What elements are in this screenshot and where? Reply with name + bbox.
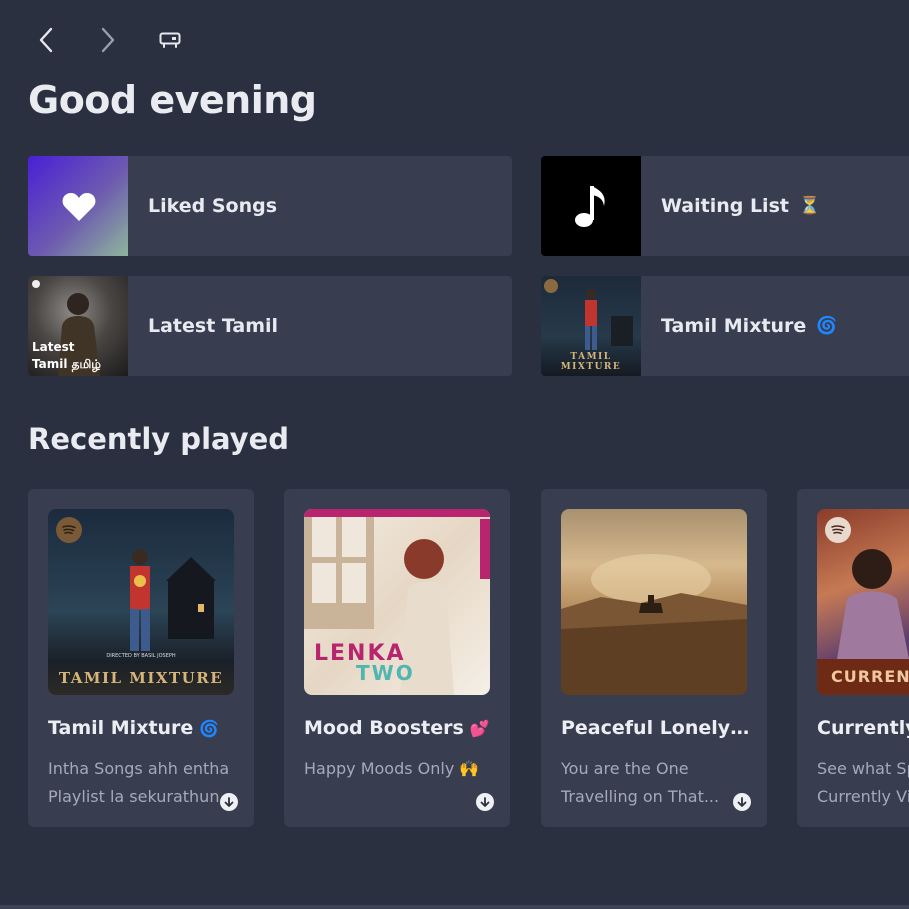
art-text-line: Latest	[32, 340, 75, 354]
quick-tile-tamil-mixture[interactable]: TAMIL MIXTURE Tamil Mixture 🌀	[541, 276, 909, 376]
art-text-line: Tamil தமிழ்	[32, 357, 101, 371]
devices-button[interactable]	[152, 22, 188, 58]
download-icon	[224, 796, 234, 807]
hourglass-emoji: ⏳	[798, 196, 821, 216]
card-title: Tamil Mixture 🌀	[48, 717, 238, 739]
art-caption: TAMIL MIXTURE	[560, 352, 622, 372]
quick-tile-waiting-list[interactable]: Waiting List ⏳	[541, 156, 909, 256]
card-description: You are the One Travelling on That...	[561, 755, 751, 811]
card-art	[561, 509, 747, 695]
card-art: LENKA TWO	[304, 509, 490, 695]
latest-tamil-art: Latest Tamil தமிழ்	[28, 276, 128, 376]
devices-icon	[159, 32, 181, 48]
card-title-text: Tamil Mixture	[48, 717, 194, 739]
card-desc-line: Intha Songs ahh entha	[48, 759, 230, 778]
spotify-icon	[56, 517, 82, 543]
quick-tile-liked-songs[interactable]: Liked Songs	[28, 156, 512, 256]
playlist-card-currently[interactable]: CURRENTL Currently See what Sp Currently…	[797, 489, 909, 827]
card-description: Intha Songs ahh entha Playlist la sekura…	[48, 755, 238, 811]
card-desc-line: Currently Vi	[817, 787, 909, 806]
heart-icon	[62, 193, 96, 221]
playlist-card-peaceful-lonely[interactable]: Peaceful Lonely M... You are the One Tra…	[541, 489, 767, 827]
rider-landscape	[561, 554, 747, 695]
card-title: Mood Boosters 💕	[304, 717, 494, 739]
card-desc-line: Happy Moods Only 🙌	[304, 759, 480, 778]
back-button[interactable]	[28, 22, 64, 58]
card-desc-line: Travelling on That...	[561, 787, 720, 806]
art-text-two: TWO	[356, 661, 415, 685]
playlist-card-mood-boosters[interactable]: LENKA TWO Mood Boosters 💕 Happy Moods Onl…	[284, 489, 510, 827]
swirl-emoji: 🌀	[199, 719, 220, 738]
music-note-icon	[575, 186, 605, 227]
download-icon	[480, 796, 490, 807]
card-art: CURRENTL	[817, 509, 909, 695]
card-title: Currently	[817, 717, 909, 739]
home-page: Good evening Liked Songs Waiting List ⏳	[0, 0, 909, 909]
art-small-text: DIRECTED BY BASIL JOSEPH	[106, 653, 176, 659]
card-desc-line: See what Sp	[817, 759, 909, 778]
forward-button[interactable]	[90, 22, 126, 58]
playlist-card-tamil-mixture[interactable]: DIRECTED BY BASIL JOSEPH TAMIL MIXTURE T…	[28, 489, 254, 827]
tile-label: Liked Songs	[148, 195, 278, 217]
art-caption: TAMIL MIXTURE	[58, 669, 224, 687]
card-art: DIRECTED BY BASIL JOSEPH TAMIL MIXTURE	[48, 509, 234, 695]
card-desc-line: Playlist la sekurathun	[48, 787, 220, 806]
chevron-left-icon	[39, 27, 53, 53]
spotify-icon	[825, 517, 851, 543]
card-description: See what Sp Currently Vi	[817, 755, 909, 811]
tile-label: Latest Tamil	[148, 315, 279, 337]
card-title: Peaceful Lonely M...	[561, 717, 751, 739]
card-title-text: Mood Boosters	[304, 717, 464, 739]
liked-songs-art	[28, 156, 128, 256]
hearts-emoji: 💕	[469, 719, 490, 738]
swirl-emoji: 🌀	[816, 316, 838, 336]
download-button[interactable]	[733, 793, 751, 811]
section-title-recently-played: Recently played	[28, 422, 290, 456]
tamil-mixture-art: TAMIL MIXTURE	[541, 276, 641, 376]
page-title: Good evening	[28, 78, 317, 122]
download-button[interactable]	[476, 793, 494, 811]
waiting-list-art	[541, 156, 641, 256]
card-title-text: Peaceful Lonely M...	[561, 717, 751, 739]
card-desc-line: You are the One	[561, 759, 689, 778]
art-caption: CURRENTL	[831, 667, 909, 686]
download-icon	[737, 796, 747, 807]
tile-label: Waiting List	[661, 195, 789, 217]
chevron-right-icon	[101, 27, 115, 53]
card-title-text: Currently	[817, 717, 909, 739]
card-description: Happy Moods Only 🙌	[304, 755, 494, 783]
quick-tile-latest-tamil[interactable]: Latest Tamil தமிழ் Latest Tamil	[28, 276, 512, 376]
bottom-divider	[0, 905, 909, 909]
tile-label: Tamil Mixture	[661, 315, 807, 337]
top-nav	[28, 22, 214, 58]
download-button[interactable]	[220, 793, 238, 811]
